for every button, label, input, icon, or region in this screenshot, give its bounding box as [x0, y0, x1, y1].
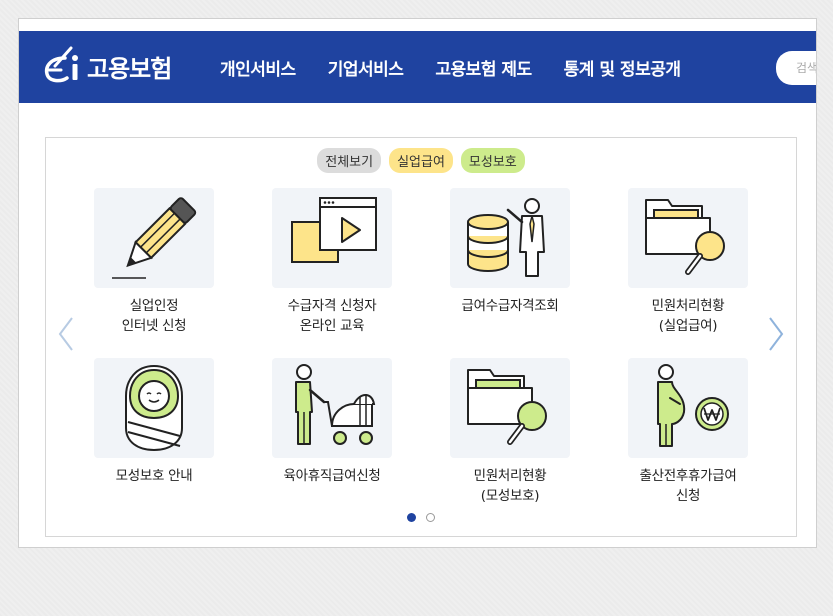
tile-icon-box: [94, 188, 214, 288]
logo-text: 고용보험: [87, 54, 172, 83]
tile-label: 출산전후휴가급여 신청: [598, 466, 778, 506]
tile-label: 육아휴직급여신청: [242, 466, 422, 486]
tile-label: 민원처리현황 (실업급여): [598, 296, 778, 336]
tile-icon-box: [628, 188, 748, 288]
tile-label-line1: 출산전후휴가급여: [639, 468, 737, 484]
tile-icon-box: [272, 188, 392, 288]
tile-label-line1: 급여수급자격조회: [461, 298, 559, 314]
tile-complaint-status-unemployment[interactable]: 민원처리현황 (실업급여): [598, 188, 778, 336]
baby-icon: [125, 364, 183, 452]
tile-unemployment-recognition[interactable]: 실업인정 인터넷 신청: [64, 188, 244, 336]
tile-online-education[interactable]: 수급자격 신청자 온라인 교육: [242, 188, 422, 336]
database-presenter-icon: [467, 198, 545, 277]
pagination-dot-1[interactable]: [407, 513, 416, 522]
nav-personal-service[interactable]: 개인서비스: [220, 55, 296, 80]
tile-label: 모성보호 안내: [64, 466, 244, 486]
tile-icon-box: [450, 188, 570, 288]
stroller-icon: [295, 364, 376, 445]
filter-all[interactable]: 전체보기: [317, 148, 382, 173]
tile-label-line2: 신청: [675, 488, 701, 504]
tile-benefit-eligibility[interactable]: 급여수급자격조회: [420, 188, 600, 316]
filter-unemployment[interactable]: 실업급여: [389, 148, 453, 173]
tile-label-line1: 모성보호 안내: [115, 468, 193, 484]
pregnant-won-icon: [657, 364, 729, 447]
site-header: 고용보험 개인서비스 기업서비스 고용보험 제도 통계 및 정보공개: [19, 31, 816, 103]
folder-search-icon: [467, 369, 547, 445]
tile-label-line1: 육아휴직급여신청: [283, 468, 381, 484]
main-nav: 개인서비스 기업서비스 고용보험 제도 통계 및 정보공개: [220, 31, 713, 103]
tile-label: 급여수급자격조회: [420, 296, 600, 316]
quick-service-panel: 전체보기 실업급여 모성보호 실업인정 인터넷 신청 수급자격 신청자 온라인 …: [45, 137, 797, 537]
nav-business-service[interactable]: 기업서비스: [328, 55, 404, 80]
tile-label-line2: (모성보호): [480, 488, 540, 504]
video-play-icon: [291, 197, 377, 263]
search-input[interactable]: [776, 51, 816, 85]
filter-tabs: 전체보기 실업급여 모성보호: [46, 148, 796, 173]
pencil-icon: [112, 197, 197, 279]
tile-label-line1: 수급자격 신청자: [287, 298, 377, 314]
tile-label-line2: (실업급여): [658, 318, 718, 334]
tile-icon-box: [94, 358, 214, 458]
nav-insurance-system[interactable]: 고용보험 제도: [435, 55, 532, 80]
folder-search-icon: [645, 199, 725, 275]
tile-icon-box: [450, 358, 570, 458]
filter-maternity[interactable]: 모성보호: [460, 148, 525, 173]
tile-label: 민원처리현황 (모성보호): [420, 466, 600, 506]
logo[interactable]: 고용보험: [41, 44, 172, 88]
nav-statistics[interactable]: 통계 및 정보공개: [564, 55, 681, 80]
carousel-pagination: [46, 513, 796, 522]
tile-parental-leave[interactable]: 육아휴직급여신청: [242, 358, 422, 486]
tile-label: 수급자격 신청자 온라인 교육: [242, 296, 422, 336]
tile-label-line2: 온라인 교육: [299, 318, 365, 334]
tile-maternity-guide[interactable]: 모성보호 안내: [64, 358, 244, 486]
tile-label-line1: 민원처리현황: [651, 298, 725, 314]
tile-label-line1: 민원처리현황: [473, 468, 547, 484]
pagination-dot-2[interactable]: [426, 513, 435, 522]
tile-label: 실업인정 인터넷 신청: [64, 296, 244, 336]
tile-label-line1: 실업인정: [129, 298, 179, 314]
tile-icon-box: [628, 358, 748, 458]
tile-maternity-leave-benefit[interactable]: 출산전후휴가급여 신청: [598, 358, 778, 506]
tile-icon-box: [272, 358, 392, 458]
tile-label-line2: 인터넷 신청: [121, 318, 187, 334]
page-frame: 고용보험 개인서비스 기업서비스 고용보험 제도 통계 및 정보공개 전체보기 …: [18, 18, 817, 548]
logo-mark-icon: [44, 46, 78, 83]
tile-complaint-status-maternity[interactable]: 민원처리현황 (모성보호): [420, 358, 600, 506]
